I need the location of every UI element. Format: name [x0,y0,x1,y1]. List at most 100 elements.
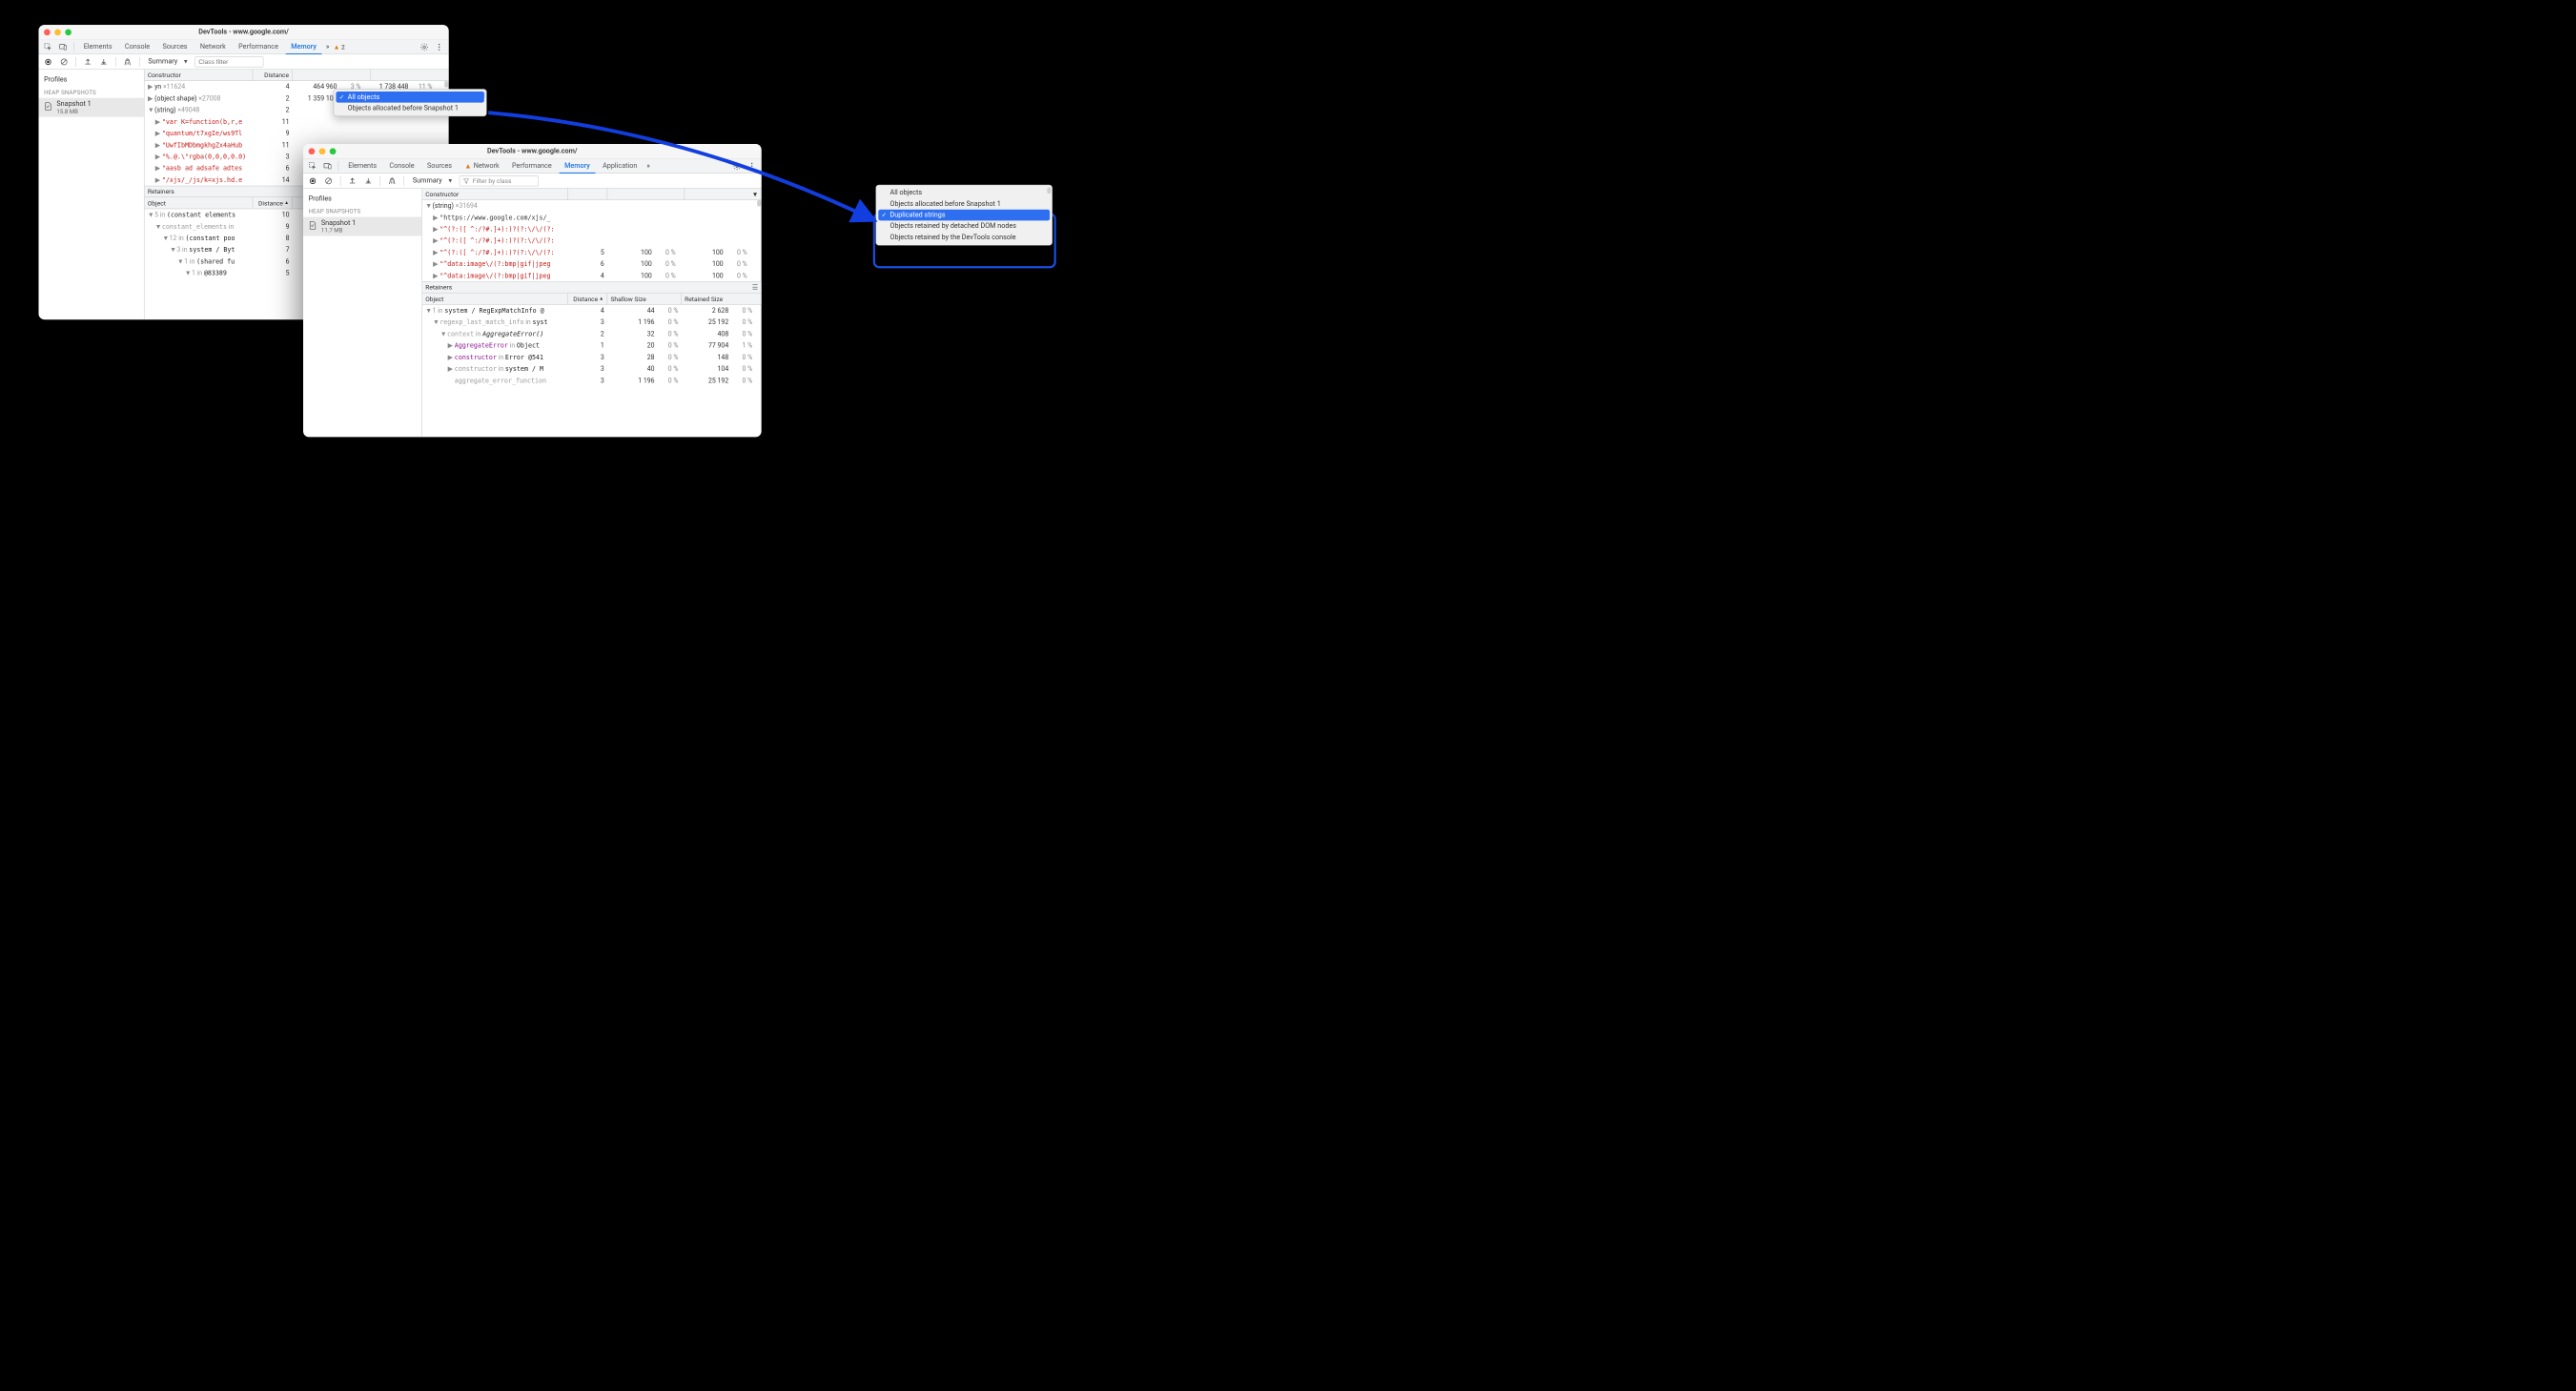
col-distance[interactable] [568,189,608,200]
export-icon[interactable] [81,55,93,68]
constructor-row[interactable]: ▶ "^data:image\/(?:bmp|gif|jpeg61000 %10… [422,258,762,270]
maximize-window-button[interactable] [330,148,337,154]
disclosure-triangle-icon[interactable]: ▶ [433,236,439,245]
disclosure-triangle-icon[interactable]: ▶ [433,272,439,280]
objects-filter-dropdown-b[interactable]: All objects Objects allocated before Sna… [876,185,1053,246]
minimize-window-button[interactable] [319,148,326,154]
retainer-row[interactable]: ▶ constructor in Error @5413280 %1480 % [422,352,762,363]
disclosure-triangle-icon[interactable]: ▼ [155,222,161,230]
inspect-element-icon[interactable] [42,40,54,52]
retainer-row[interactable]: ▶ AggregateError in Object1200 %77 9041 … [422,339,762,351]
tab-console[interactable]: Console [119,39,154,54]
close-window-button[interactable] [44,29,51,35]
constructor-row[interactable]: ▶ "https://www.google.com/xjs/_ [422,212,762,223]
kebab-menu-icon[interactable] [746,159,758,172]
disclosure-triangle-icon[interactable]: ▼ [440,330,446,338]
disclosure-triangle-icon[interactable]: ▶ [433,260,439,269]
disclosure-triangle-icon[interactable]: ▶ [148,83,153,92]
col-shallow[interactable] [607,189,685,200]
disclosure-triangle-icon[interactable]: ▼ [433,318,439,326]
kebab-menu-icon[interactable] [433,40,445,52]
import-icon[interactable] [97,55,110,68]
record-icon[interactable] [306,174,318,187]
col-distance2[interactable]: Distance▲ [568,293,608,304]
disclosure-triangle-icon[interactable]: ▶ [433,225,439,234]
col-constructor[interactable]: Constructor [422,189,568,200]
dropdown-item-all-objects[interactable]: All objects [878,187,1050,198]
constructor-row[interactable]: ▼ (string) ×31694 [422,200,762,212]
dropdown-item-all-objects[interactable]: All objects [336,92,483,103]
device-toolbar-icon[interactable] [321,159,334,172]
disclosure-triangle-icon[interactable]: ▶ [155,117,161,126]
tab-performance[interactable]: Performance [234,39,284,54]
disclosure-triangle-icon[interactable]: ▶ [448,364,454,373]
col-object[interactable]: Object [145,197,254,209]
maximize-window-button[interactable] [65,29,72,35]
dropdown-item-duplicated-strings[interactable]: Duplicated strings [878,210,1050,221]
retainer-row[interactable]: ▼ 1 in system / RegExpMatchInfo @4440 %2… [422,305,762,317]
constructor-row[interactable]: ▶ "quantum/t7xgIe/ws9Tl9 [145,128,449,139]
dropdown-item-devtools-console[interactable]: Objects retained by the DevTools console [878,232,1050,243]
disclosure-triangle-icon[interactable]: ▶ [155,129,161,137]
disclosure-triangle-icon[interactable]: ▶ [433,248,439,256]
constructor-row[interactable]: ▶ "^(?:([ ^:/?#.]+):)?(?:\/\/(?:51000 %1… [422,247,762,258]
col-retained2[interactable]: Retained Size [682,293,762,304]
close-window-button[interactable] [309,148,316,154]
scrollbar-thumb[interactable] [757,200,761,207]
constructor-row[interactable]: ▶ "^(?:([ ^:/?#.]+):)?(?:\/\/(?: [422,223,762,235]
tab-console[interactable]: Console [384,158,419,174]
clear-icon[interactable] [322,174,335,187]
col-shallow[interactable] [293,70,371,81]
tab-elements[interactable]: Elements [78,39,117,54]
disclosure-triangle-icon[interactable]: ▶ [155,141,161,150]
disclosure-triangle-icon[interactable]: ▼ [170,246,175,254]
tab-sources[interactable]: Sources [421,158,457,174]
disclosure-triangle-icon[interactable]: ▼ [148,211,153,218]
constructor-row[interactable]: ▶ "var K=function(b,r,e11 [145,116,449,128]
view-select[interactable]: Summary ▼ [145,56,192,68]
disclosure-triangle-icon[interactable]: ▶ [433,214,439,222]
filter-by-class-input[interactable]: Filter by class [460,175,539,186]
record-icon[interactable] [42,55,54,68]
minimize-window-button[interactable] [54,29,61,35]
col-distance2[interactable]: Distance▲ [253,197,293,209]
retainer-row[interactable]: aggregate_error_function 31 1960 %25 192… [422,375,762,386]
settings-gear-icon[interactable] [730,159,743,172]
disclosure-triangle-icon[interactable]: ▶ [155,175,161,184]
retainer-row[interactable]: ▼ context in AggregateError()2320 %4080 … [422,328,762,339]
disclosure-triangle-icon[interactable]: ▶ [155,164,161,173]
disclosure-triangle-icon[interactable]: ▼ [177,257,183,265]
col-retained[interactable]: ▼ [685,189,761,200]
retainer-row[interactable]: ▶ constructor in system / M3400 %1040 % [422,363,762,375]
tab-memory[interactable]: Memory [286,40,322,55]
constructor-row[interactable]: ▶ "^(?:([ ^:/?#.]+):)?(?:\/\/(?: [422,235,762,246]
snapshot-item[interactable]: Snapshot 1 15.8 MB [39,98,144,117]
disclosure-triangle-icon[interactable]: ▶ [155,153,161,161]
retainers-menu-icon[interactable] [752,283,758,291]
scrollbar-thumb[interactable] [444,81,448,88]
clear-icon[interactable] [57,55,70,68]
class-filter-input[interactable] [194,56,263,67]
warnings-badge[interactable]: ▲ 2 [334,43,345,51]
disclosure-triangle-icon[interactable]: ▼ [148,106,153,113]
dropdown-item-before-snapshot[interactable]: Objects allocated before Snapshot 1 [878,198,1050,210]
disclosure-triangle-icon[interactable]: ▶ [448,341,454,350]
retainer-row[interactable]: ▼ regexp_last_match_info in syst31 1960 … [422,317,762,328]
col-constructor[interactable]: Constructor [145,70,254,81]
disclosure-triangle-icon[interactable]: ▼ [162,235,168,242]
tab-memory[interactable]: Memory [560,159,596,174]
disclosure-triangle-icon[interactable]: ▼ [185,269,191,276]
disclosure-triangle-icon[interactable]: ▶ [448,353,454,361]
dropdown-item-before-snapshot[interactable]: Objects allocated before Snapshot 1 [336,103,483,114]
garbage-collect-icon[interactable] [386,174,399,187]
tab-performance[interactable]: Performance [506,158,557,174]
device-toolbar-icon[interactable] [56,40,69,52]
tab-sources[interactable]: Sources [157,39,193,54]
col-shallow2[interactable]: Shallow Size [607,293,682,304]
col-distance[interactable]: Distance [253,70,293,81]
tab-network[interactable]: Network [194,39,231,54]
disclosure-triangle-icon[interactable]: ▼ [425,307,431,315]
tab-elements[interactable]: Elements [343,158,382,174]
snapshot-item[interactable]: Snapshot 1 11.7 MB [303,217,421,236]
garbage-collect-icon[interactable] [121,55,133,68]
